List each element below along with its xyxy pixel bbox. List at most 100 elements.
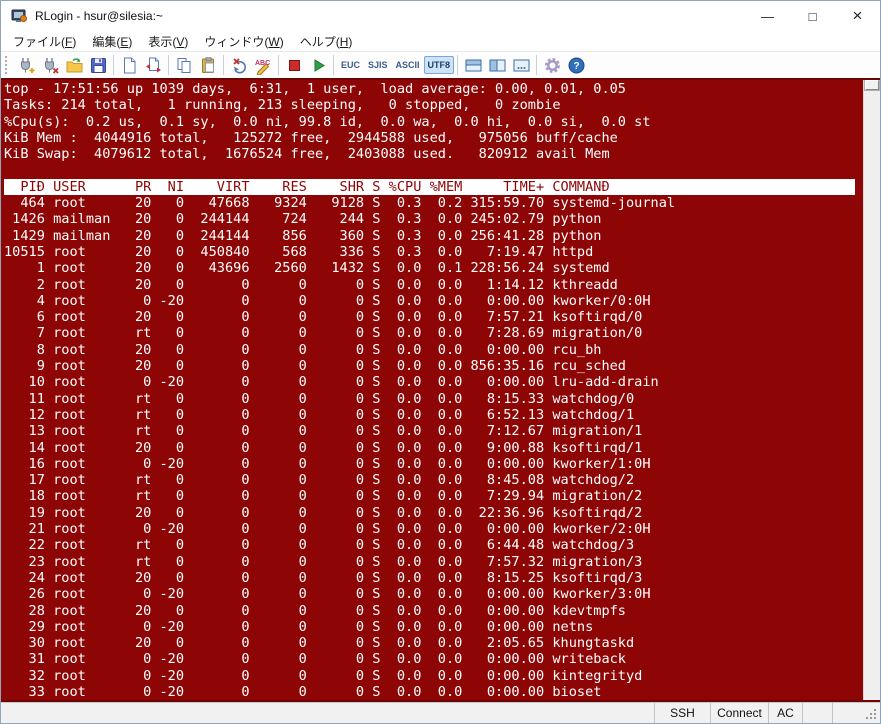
- save-button[interactable]: [86, 53, 110, 77]
- process-row: 19 root 20 0 0 0 0 S 0.0 0.0 22:36.96 ks…: [4, 504, 643, 521]
- text-abc-button[interactable]: ABC: [251, 53, 275, 77]
- menu-file[interactable]: ファイル(F): [5, 31, 84, 52]
- process-row: 12 root rt 0 0 0 0 S 0.0 0.0 6:52.13 wat…: [4, 406, 635, 423]
- toolbar-grip[interactable]: [5, 56, 10, 74]
- process-row: 7 root rt 0 0 0 0 S 0.0 0.0 7:28.69 migr…: [4, 325, 643, 342]
- process-row: 1429 mailman 20 0 244144 856 360 S 0.3 0…: [4, 227, 602, 244]
- minimize-button[interactable]: —: [745, 1, 790, 31]
- terminal-summary-line: KiB Mem : 4044916 total, 125272 free, 29…: [4, 129, 618, 146]
- help-button[interactable]: ?: [564, 53, 588, 77]
- process-row: 26 root 0 -20 0 0 0 S 0.0 0.0 0:00.00 kw…: [4, 586, 651, 603]
- split-horizontal-button[interactable]: [461, 53, 485, 77]
- transfer-icon: [145, 57, 161, 72]
- toolbar-separator: [168, 55, 169, 75]
- stop-button[interactable]: [282, 53, 306, 77]
- process-row: 10 root 0 -20 0 0 0 S 0.0 0.0 0:00.00 lr…: [4, 374, 659, 391]
- clear-screen-button[interactable]: [227, 53, 251, 77]
- gear-icon: [544, 57, 560, 73]
- copy-button[interactable]: [172, 53, 196, 77]
- disconnect-button[interactable]: [38, 53, 62, 77]
- toolbar-separator: [223, 55, 224, 75]
- menu-edit[interactable]: 編集(E): [84, 31, 140, 52]
- process-row: 8 root 20 0 0 0 0 S 0.0 0.0 0:00.00 rcu_…: [4, 341, 602, 358]
- grip-dots-icon: [866, 709, 876, 719]
- svg-text:?: ?: [573, 61, 579, 72]
- copy-icon: [177, 57, 190, 73]
- play-icon: [314, 58, 325, 72]
- menu-help[interactable]: ヘルプ(H): [292, 31, 361, 52]
- file-transfer-button[interactable]: [141, 53, 165, 77]
- title-bar[interactable]: RLogin - hsur@silesia:~ — □ ×: [1, 1, 880, 31]
- terminal-output: top - 17:51:56 up 1039 days, 6:31, 1 use…: [1, 80, 880, 700]
- split-horizontal-icon: [465, 59, 482, 71]
- terminal-summary-line: [4, 162, 880, 178]
- document-icon: [123, 57, 135, 73]
- charset-euc-button[interactable]: EUC: [337, 56, 364, 74]
- split-vertical-icon: [489, 59, 506, 71]
- process-row: 16 root 0 -20 0 0 0 S 0.0 0.0 0:00.00 kw…: [4, 455, 651, 472]
- process-table-header: PIÐ USER PR NI VIRT RES SHR S %CPU %MEM …: [4, 178, 856, 196]
- split-vertical-button[interactable]: [485, 53, 509, 77]
- status-mode: AC: [768, 703, 802, 723]
- toolbar-separator: [457, 55, 459, 75]
- process-row: 21 root 0 -20 0 0 0 S 0.0 0.0 0:00.00 kw…: [4, 521, 651, 538]
- charset-ascii-button[interactable]: ASCII: [392, 56, 424, 74]
- terminal-scrollbar[interactable]: [863, 80, 880, 700]
- new-connection-button[interactable]: [14, 53, 38, 77]
- menu-window[interactable]: ウィンドウ(W): [196, 31, 291, 52]
- process-row: 18 root rt 0 0 0 0 S 0.0 0.0 7:29.94 mig…: [4, 488, 643, 505]
- window-dots-icon: [513, 59, 530, 71]
- menu-view[interactable]: 表示(V): [140, 31, 196, 52]
- toolbar-separator: [536, 55, 538, 75]
- terminal-summary-line: %Cpu(s): 0.2 us, 0.1 sy, 0.0 ni, 99.8 id…: [4, 113, 651, 130]
- start-button[interactable]: [306, 53, 330, 77]
- process-row: 4 root 0 -20 0 0 0 S 0.0 0.0 0:00.00 kwo…: [4, 292, 651, 309]
- scrollbar-thumb[interactable]: [865, 80, 879, 90]
- status-empty-1: [802, 703, 832, 723]
- toolbar-separator: [278, 55, 279, 75]
- close-button[interactable]: ×: [835, 1, 880, 31]
- status-empty-2: [832, 703, 860, 723]
- terminal-screen[interactable]: top - 17:51:56 up 1039 days, 6:31, 1 use…: [1, 78, 880, 702]
- status-connection: Connect: [710, 703, 768, 723]
- paste-button[interactable]: [196, 53, 220, 77]
- process-row: 17 root rt 0 0 0 0 S 0.0 0.0 8:45.08 wat…: [4, 472, 635, 489]
- floppy-icon: [90, 57, 106, 73]
- charset-utf8-button[interactable]: UTF8: [423, 56, 455, 74]
- process-row: 1 root 20 0 43696 2560 1432 S 0.0 0.1 22…: [4, 260, 610, 277]
- plug-x-icon: [44, 57, 59, 74]
- process-row: 24 root 20 0 0 0 0 S 0.0 0.0 8:15.25 kso…: [4, 569, 643, 586]
- process-row: 29 root 0 -20 0 0 0 S 0.0 0.0 0:00.00 ne…: [4, 618, 594, 635]
- process-row: 31 root 0 -20 0 0 0 S 0.0 0.0 0:00.00 wr…: [4, 651, 626, 668]
- process-row: 11 root rt 0 0 0 0 S 0.0 0.0 8:15.33 wat…: [4, 390, 635, 407]
- resize-grip[interactable]: [860, 703, 880, 723]
- process-row: 464 root 20 0 47668 9324 9128 S 0.3 0.2 …: [4, 195, 676, 212]
- settings-button[interactable]: [540, 53, 564, 77]
- terminal-summary-line: KiB Swap: 4079612 total, 1676524 free, 2…: [4, 146, 610, 163]
- new-window-button[interactable]: [509, 53, 533, 77]
- window-title: RLogin - hsur@silesia:~: [35, 9, 163, 23]
- status-filler: [1, 703, 654, 723]
- status-bar: SSH Connect AC: [1, 702, 880, 723]
- plug-plus-icon: [20, 57, 34, 73]
- charset-sjis-button[interactable]: SJIS: [364, 56, 392, 74]
- process-row: 6 root 20 0 0 0 0 S 0.0 0.0 7:57.21 ksof…: [4, 309, 643, 326]
- terminal-summary-line: top - 17:51:56 up 1039 days, 6:31, 1 use…: [4, 81, 626, 97]
- clear-x-arrow-icon: [232, 57, 246, 74]
- process-row: 23 root rt 0 0 0 0 S 0.0 0.0 7:57.32 mig…: [4, 553, 643, 570]
- process-row: 28 root 20 0 0 0 0 S 0.0 0.0 0:00.00 kde…: [4, 602, 626, 619]
- new-document-button[interactable]: [117, 53, 141, 77]
- maximize-button[interactable]: □: [790, 1, 835, 31]
- rlogin-window: RLogin - hsur@silesia:~ — □ × ファイル(F) 編集…: [0, 0, 881, 724]
- toolbar: ABC EUC SJIS ASCII UTF8 ?: [1, 51, 880, 78]
- status-protocol: SSH: [654, 703, 710, 723]
- process-row: 10515 root 20 0 450840 568 336 S 0.3 0.0…: [4, 243, 594, 260]
- stop-icon: [288, 59, 300, 71]
- process-row: 32 root 0 -20 0 0 0 S 0.0 0.0 0:00.00 ki…: [4, 667, 643, 684]
- terminal-summary-line: Tasks: 214 total, 1 running, 213 sleepin…: [4, 97, 561, 114]
- open-button[interactable]: [62, 53, 86, 77]
- abc-pencil-icon: ABC: [255, 60, 270, 75]
- toolbar-separator: [333, 55, 334, 75]
- toolbar-separator: [113, 55, 114, 75]
- process-row: 2 root 20 0 0 0 0 S 0.0 0.0 1:14.12 kthr…: [4, 276, 618, 293]
